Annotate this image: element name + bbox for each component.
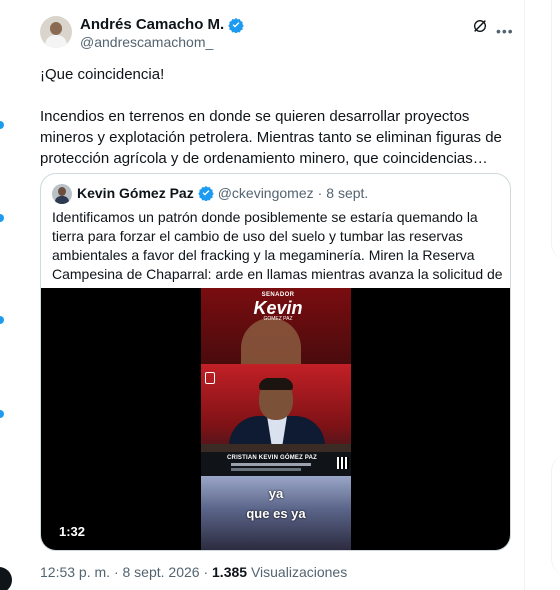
separator: ·: [113, 564, 119, 580]
more-options-icon[interactable]: •••: [496, 24, 514, 38]
video-player[interactable]: SENADOR Kevin GOMEZ PAZ CRISTIAN KEVIN G…: [41, 288, 510, 550]
tweet-header: Andrés Camacho M. @andrescamachom_ •••: [40, 16, 520, 52]
tweet-text-line: ¡Que coincidencia!: [40, 66, 165, 83]
author-handle[interactable]: @andrescamachom_: [80, 34, 213, 50]
separator: ·: [317, 185, 323, 201]
tweet-text-paragraph: Incendios en terrenos en donde se quiere…: [40, 108, 502, 167]
column-divider: [524, 0, 525, 590]
tweet-date[interactable]: 8 sept. 2026: [123, 564, 200, 580]
notification-dot: [0, 214, 4, 222]
views-label: Visualizaciones: [250, 564, 348, 580]
tweet-time[interactable]: 12:53 p. m.: [40, 564, 110, 580]
sidebar-card-edge: [551, 0, 560, 260]
sidebar-card-edge: [551, 455, 560, 575]
grok-icon[interactable]: [472, 18, 488, 34]
lower-third-caption: CRISTIAN KEVIN GÓMEZ PAZ: [201, 452, 351, 476]
notification-dot: [0, 316, 4, 324]
channel-logo: SENADOR Kevin GOMEZ PAZ: [251, 292, 305, 322]
quoted-handle[interactable]: @ckevingomez: [218, 185, 314, 201]
quoted-avatar[interactable]: [52, 184, 72, 204]
author-display-name[interactable]: Andrés Camacho M.: [80, 16, 224, 33]
views-count: 1.385: [212, 564, 248, 580]
verified-badge-icon: [197, 186, 214, 201]
tweet-meta: 12:53 p. m. · 8 sept. 2026 · 1.385 Visua…: [40, 564, 347, 580]
avatar[interactable]: [40, 16, 72, 48]
broadcast-logo-icon: [205, 372, 215, 384]
separator: ·: [203, 564, 209, 580]
logo-big-text: Kevin: [253, 298, 303, 318]
video-speaker-segment: CRISTIAN KEVIN GÓMEZ PAZ: [201, 364, 351, 476]
video-subtitle: que es ya: [246, 506, 306, 521]
verified-badge-icon: [228, 17, 244, 33]
video-subtitle: ya: [268, 486, 284, 501]
notification-dot: [0, 410, 4, 418]
video-frame[interactable]: SENADOR Kevin GOMEZ PAZ CRISTIAN KEVIN G…: [201, 288, 351, 550]
video-top-segment: SENADOR Kevin GOMEZ PAZ: [201, 288, 351, 364]
quoted-header: Kevin Gómez Paz @ckevingomez · 8 sept.: [77, 185, 368, 201]
video-duration-badge: 1:32: [51, 522, 94, 542]
notification-dot: [0, 121, 4, 129]
quoted-tweet[interactable]: Kevin Gómez Paz @ckevingomez · 8 sept. I…: [40, 173, 511, 551]
author-name-row[interactable]: Andrés Camacho M.: [80, 16, 244, 33]
tweet-text: ¡Que coincidencia! Incendios en terrenos…: [40, 64, 510, 169]
account-avatar-button[interactable]: [0, 567, 12, 590]
quoted-date[interactable]: 8 sept.: [326, 185, 368, 201]
quoted-display-name[interactable]: Kevin Gómez Paz: [77, 185, 194, 201]
qr-code-icon: [337, 457, 349, 469]
lower-third-name: CRISTIAN KEVIN GÓMEZ PAZ: [227, 455, 318, 461]
